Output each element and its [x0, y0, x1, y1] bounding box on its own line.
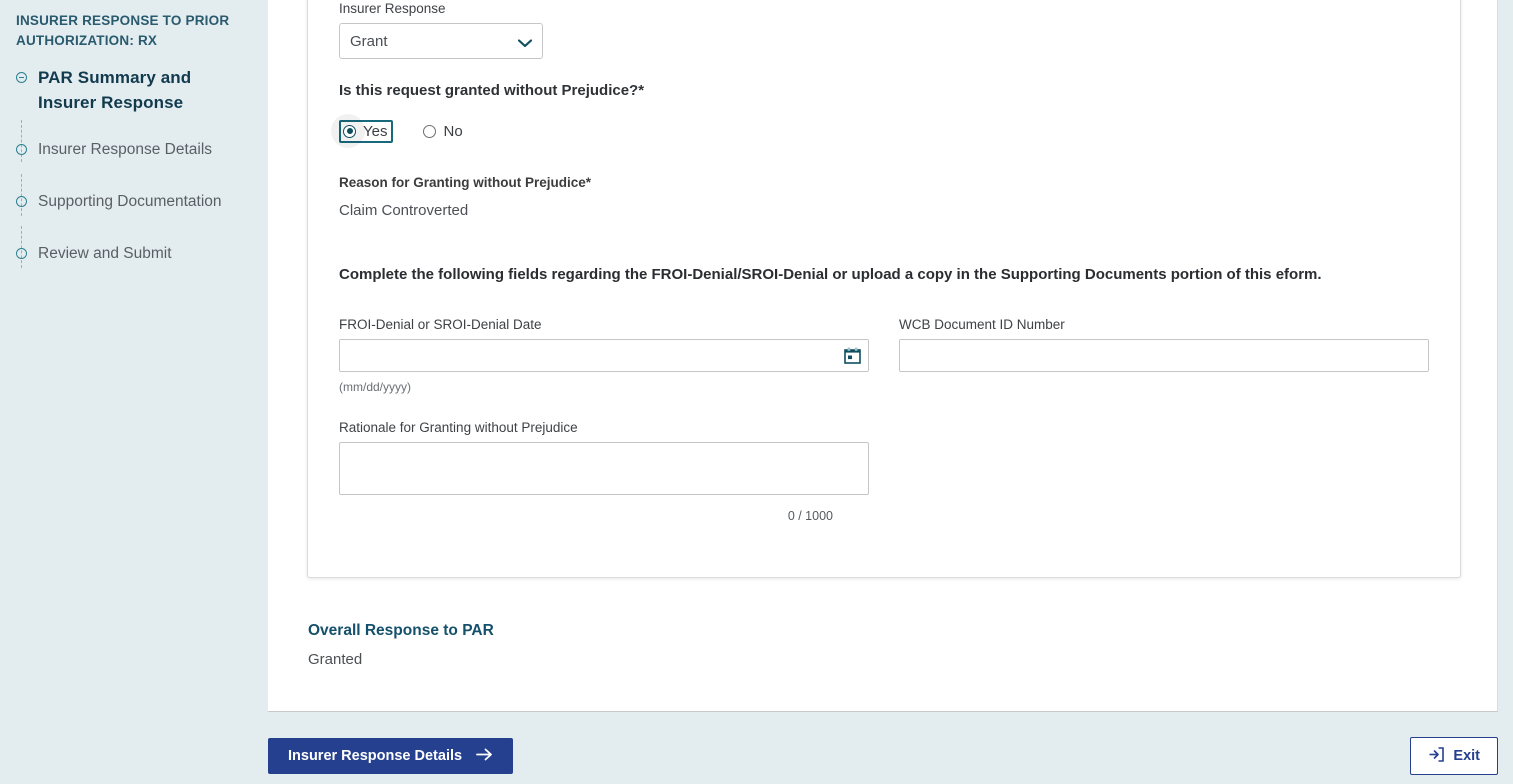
radio-no-input[interactable]: [423, 124, 437, 138]
main-content-panel: Insurer Response Grant Is this request g…: [268, 0, 1498, 712]
rationale-label: Rationale for Granting without Prejudice: [339, 420, 578, 435]
exit-button[interactable]: Exit: [1410, 737, 1498, 775]
prejudice-radio-group: Yes No: [331, 114, 1440, 148]
denial-date-input[interactable]: [339, 339, 869, 372]
wcb-doc-field: WCB Document ID Number: [899, 317, 1429, 394]
sidebar-item-label: Review and Submit: [38, 245, 172, 263]
insurer-response-details-button[interactable]: Insurer Response Details: [268, 738, 514, 774]
sidebar: INSURER RESPONSE TO PRIOR AUTHORIZATION:…: [0, 0, 268, 784]
exit-icon: [1428, 746, 1445, 766]
sidebar-item-supporting-documentation[interactable]: Supporting Documentation: [16, 191, 252, 223]
insurer-response-details-button-label: Insurer Response Details: [288, 748, 463, 764]
sidebar-item-par-summary[interactable]: PAR Summary and Insurer Response: [16, 66, 252, 115]
circle-icon: [16, 144, 27, 156]
circle-icon: [16, 196, 27, 208]
overall-response-heading: Overall Response to PAR: [308, 622, 494, 639]
sidebar-item-label: Insurer Response Details: [38, 141, 213, 159]
wcb-doc-label: WCB Document ID Number: [899, 317, 1065, 332]
radio-yes-input[interactable]: [343, 124, 356, 138]
denial-date-label: FROI-Denial or SROI-Denial Date: [339, 317, 542, 332]
minus-circle-icon: [16, 72, 27, 84]
wcb-doc-input[interactable]: [899, 339, 1429, 372]
denial-date-input-wrap: [339, 339, 869, 372]
rationale-textarea[interactable]: [339, 442, 869, 495]
rationale-field: Rationale for Granting without Prejudice…: [339, 420, 869, 523]
par-summary-card: Insurer Response Grant Is this request g…: [307, 0, 1461, 578]
sidebar-nav: PAR Summary and Insurer Response Insurer…: [16, 66, 252, 275]
radio-option-no[interactable]: No: [419, 120, 468, 143]
denial-fields-row: FROI-Denial or SROI-Denial Date (mm/dd/y…: [339, 317, 1440, 394]
sidebar-item-label: PAR Summary and Insurer Response: [38, 68, 192, 112]
radio-yes-label: Yes: [363, 122, 388, 140]
overall-response-value: Granted: [308, 651, 363, 668]
reason-label: Reason for Granting without Prejudice*: [339, 175, 592, 190]
denial-date-hint: (mm/dd/yyyy): [339, 380, 411, 394]
overall-response-section: Overall Response to PAR Granted: [308, 622, 494, 668]
rationale-char-counter: 0 / 1000: [787, 509, 833, 523]
card-body: Insurer Response Grant Is this request g…: [331, 1, 1440, 523]
denial-date-field: FROI-Denial or SROI-Denial Date (mm/dd/y…: [339, 317, 869, 394]
arrow-right-icon: [476, 748, 493, 765]
sidebar-title: INSURER RESPONSE TO PRIOR AUTHORIZATION:…: [16, 13, 230, 48]
froi-sroi-instruction: Complete the following fields regarding …: [339, 266, 1322, 283]
reason-value: Claim Controverted: [339, 202, 469, 219]
exit-button-label: Exit: [1453, 748, 1480, 764]
circle-icon: [16, 248, 27, 260]
insurer-response-select[interactable]: Grant: [339, 23, 543, 59]
sidebar-item-review-and-submit[interactable]: Review and Submit: [16, 243, 252, 275]
prejudice-question: Is this request granted without Prejudic…: [339, 82, 645, 99]
calendar-icon[interactable]: [844, 347, 861, 364]
radio-no-label: No: [443, 122, 463, 140]
sidebar-item-label: Supporting Documentation: [38, 193, 222, 211]
radio-option-yes[interactable]: Yes: [331, 114, 394, 148]
insurer-response-select-wrap: Grant: [339, 23, 543, 59]
footer-bar: Insurer Response Details Exit: [0, 712, 1513, 784]
insurer-response-label: Insurer Response: [339, 1, 446, 16]
sidebar-item-insurer-response-details[interactable]: Insurer Response Details: [16, 139, 252, 171]
